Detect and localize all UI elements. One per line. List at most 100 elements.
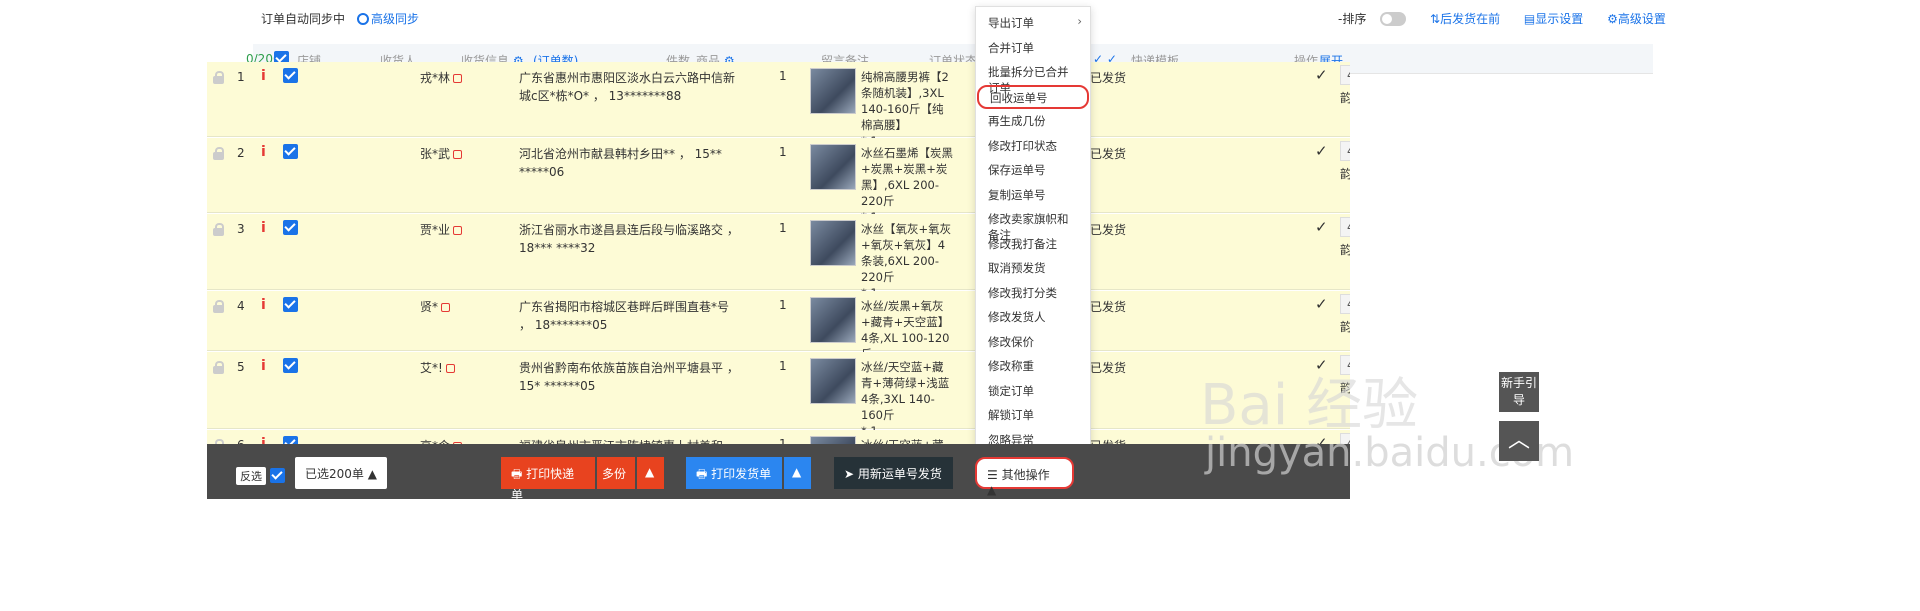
- dropdown-item[interactable]: 复制运单号: [976, 183, 1090, 207]
- sort-label: 排序: [1342, 12, 1367, 26]
- waybill-input[interactable]: 4629500: [1340, 141, 1350, 161]
- check-icon: ✓: [1315, 142, 1328, 160]
- product-thumbnail[interactable]: [810, 220, 856, 266]
- lock-icon[interactable]: [453, 226, 463, 235]
- sync-icon: [357, 13, 369, 25]
- dropdown-item[interactable]: 修改打印状态: [976, 134, 1090, 158]
- product-title-text: 冰丝【氧灰+氧灰+氧灰+氧灰】4条装,6XL 200-220斤: [861, 222, 952, 284]
- product-title: 纯棉高腰男裤【2条随机装】,3XL 140-160斤【纯棉高腰】* 1: [861, 69, 953, 149]
- warning-icon[interactable]: i: [261, 358, 266, 374]
- row-checkbox[interactable]: [283, 220, 298, 235]
- dropdown-item[interactable]: 修改发货人: [976, 305, 1090, 329]
- print-ship-button[interactable]: 🖶 打印发货单: [686, 457, 782, 489]
- lock-icon[interactable]: [441, 303, 451, 312]
- dropdown-item[interactable]: 合并订单: [976, 36, 1090, 60]
- lock-icon[interactable]: [213, 300, 224, 313]
- dropdown-item[interactable]: 再生成几份: [976, 109, 1090, 133]
- row-checkbox[interactable]: [283, 436, 298, 444]
- product-thumbnail[interactable]: [810, 297, 856, 343]
- warning-icon[interactable]: i: [261, 297, 266, 313]
- table-row[interactable]: 6 i 高*令 福建省泉州市晋江市陈埭镇惠上村盖和 1 冰丝/天空蓝+藏 已发货…: [207, 430, 1350, 444]
- advanced-settings-link[interactable]: ⚙高级设置: [1607, 12, 1676, 26]
- order-status: 已发货: [1090, 361, 1127, 375]
- dropdown-item-label: 回收运单号: [990, 90, 1048, 105]
- beginner-guide-label: 新手引导: [1500, 376, 1537, 407]
- warning-icon[interactable]: i: [261, 220, 266, 236]
- row-checkbox[interactable]: [283, 297, 298, 312]
- item-qty: 1: [779, 359, 787, 373]
- dropdown-item[interactable]: 修改称重: [976, 354, 1090, 378]
- top-bar: 订单自动同步中 高级同步 -排序 ⇅后发货在前 ▤显示设置 ⚙高级设置: [253, 0, 1666, 44]
- back-to-top-icon[interactable]: ︿: [1499, 421, 1539, 461]
- product-thumbnail[interactable]: [810, 68, 856, 114]
- sort-toggle[interactable]: [1380, 12, 1407, 26]
- product-thumbnail[interactable]: [810, 144, 856, 190]
- receiver-name: 艾*!: [420, 359, 455, 376]
- lock-icon[interactable]: [213, 71, 224, 84]
- row-checkbox[interactable]: [283, 68, 298, 83]
- print-express-button[interactable]: 🖶 打印快递单: [501, 457, 595, 502]
- row-checkbox[interactable]: [283, 358, 298, 373]
- dropdown-item[interactable]: 回收运单号: [977, 84, 1089, 109]
- lock-icon[interactable]: [213, 361, 224, 374]
- waybill-input[interactable]: 462950: [1340, 294, 1350, 314]
- print-express-caret[interactable]: ▲: [637, 457, 664, 489]
- waybill-input[interactable]: 46295007: [1340, 65, 1350, 85]
- order-status: 已发货: [1090, 147, 1127, 161]
- dropdown-item[interactable]: 修改我打备注: [976, 232, 1090, 256]
- table-row[interactable]: 4 i 贤* 广东省揭阳市榕城区巷畔后畔围直巷*号 ， 18*******05 …: [207, 291, 1350, 377]
- row-index: 5: [237, 360, 245, 374]
- dropdown-item-label: 保存运单号: [988, 163, 1046, 177]
- product-thumbnail[interactable]: [810, 358, 856, 404]
- dropdown-item[interactable]: 修改保价: [976, 330, 1090, 354]
- lock-icon[interactable]: [453, 150, 463, 159]
- dropdown-item[interactable]: 锁定订单: [976, 379, 1090, 403]
- sort-toggle-group[interactable]: -排序: [1338, 12, 1416, 26]
- invert-selection[interactable]: 反选: [236, 467, 285, 485]
- lock-icon[interactable]: [213, 223, 224, 236]
- dropdown-item[interactable]: 取消预发货: [976, 256, 1090, 280]
- lock-icon[interactable]: [213, 147, 224, 160]
- copies-button[interactable]: 多份: [597, 457, 635, 489]
- table-row[interactable]: 2 i 张*武 河北省沧州市献县韩村乡田** ， 15** *****06 1 …: [207, 138, 1350, 224]
- dropdown-item-label: 锁定订单: [988, 383, 1034, 398]
- after-shipped-label: 后发货在前: [1440, 12, 1501, 26]
- lock-icon[interactable]: [453, 74, 463, 83]
- check-icon: ✓: [1315, 218, 1328, 236]
- row-checkbox[interactable]: [283, 144, 298, 159]
- display-settings-link[interactable]: ▤显示设置: [1524, 12, 1593, 26]
- receiver-address: 福建省泉州市晋江市陈埭镇惠上村盖和: [519, 437, 739, 444]
- new-waybill-ship-button[interactable]: ➤ 用新运单号发货: [834, 457, 953, 489]
- dropdown-item[interactable]: 修改卖家旗帜和备注: [976, 207, 1090, 242]
- product-thumbnail[interactable]: [810, 436, 856, 444]
- table-row[interactable]: 1 i 戎*林 广东省惠州市惠阳区淡水白云六路中信新城c区*栋*O* ， 13*…: [207, 62, 1350, 148]
- dropdown-item-label: 复制运单号: [988, 187, 1046, 202]
- advanced-sync-link[interactable]: 高级同步: [357, 10, 419, 27]
- dropdown-item[interactable]: 批量拆分已合并订单: [976, 60, 1090, 95]
- order-status: 已发货: [1090, 71, 1127, 85]
- other-ops-dropdown: 导出订单 › 合并订单 批量拆分已合并订单 回收运单号再生成几份 修改打印状态保存运单号复…: [975, 6, 1091, 452]
- new-waybill-ship-label: 用新运单号发货: [857, 467, 942, 481]
- topbar-right: -排序 ⇅后发货在前 ▤显示设置 ⚙高级设置: [1338, 10, 1686, 27]
- express-template: 韵达_拼多多一联: [1340, 243, 1350, 257]
- print-ship-caret[interactable]: ▲: [784, 457, 811, 489]
- warning-icon[interactable]: i: [261, 144, 266, 160]
- beginner-guide-button[interactable]: 新手引导: [1499, 372, 1539, 412]
- waybill-input[interactable]: 462950: [1340, 217, 1350, 237]
- dropdown-item[interactable]: 解锁订单: [976, 403, 1090, 427]
- dropdown-item[interactable]: 导出订单 ›: [976, 11, 1090, 35]
- order-status: 已发货: [1090, 437, 1126, 444]
- warning-icon[interactable]: i: [261, 436, 266, 444]
- warning-icon[interactable]: i: [261, 68, 266, 84]
- lock-icon[interactable]: [445, 364, 455, 373]
- display-settings-label: 显示设置: [1535, 12, 1584, 26]
- table-row[interactable]: 5 i 艾*! 贵州省黔南布依族苗族自治州平塘县平 ， 15* ******05…: [207, 352, 1350, 438]
- invert-checkbox[interactable]: [269, 468, 285, 483]
- other-ops-button[interactable]: ☰ 其他操作 ▲: [975, 457, 1074, 497]
- dropdown-item[interactable]: 修改我打分类: [976, 281, 1090, 305]
- table-row[interactable]: 3 i 贾*业 浙江省丽水市遂昌县连后段与临溪路交 ， 18*** ****32…: [207, 214, 1350, 300]
- dropdown-item-label: 修改我打分类: [988, 285, 1057, 300]
- after-shipped-link[interactable]: ⇅后发货在前: [1430, 12, 1510, 26]
- dropdown-item[interactable]: 保存运单号: [976, 158, 1090, 182]
- selected-count-dropdown[interactable]: 已选200单 ▲: [295, 457, 387, 489]
